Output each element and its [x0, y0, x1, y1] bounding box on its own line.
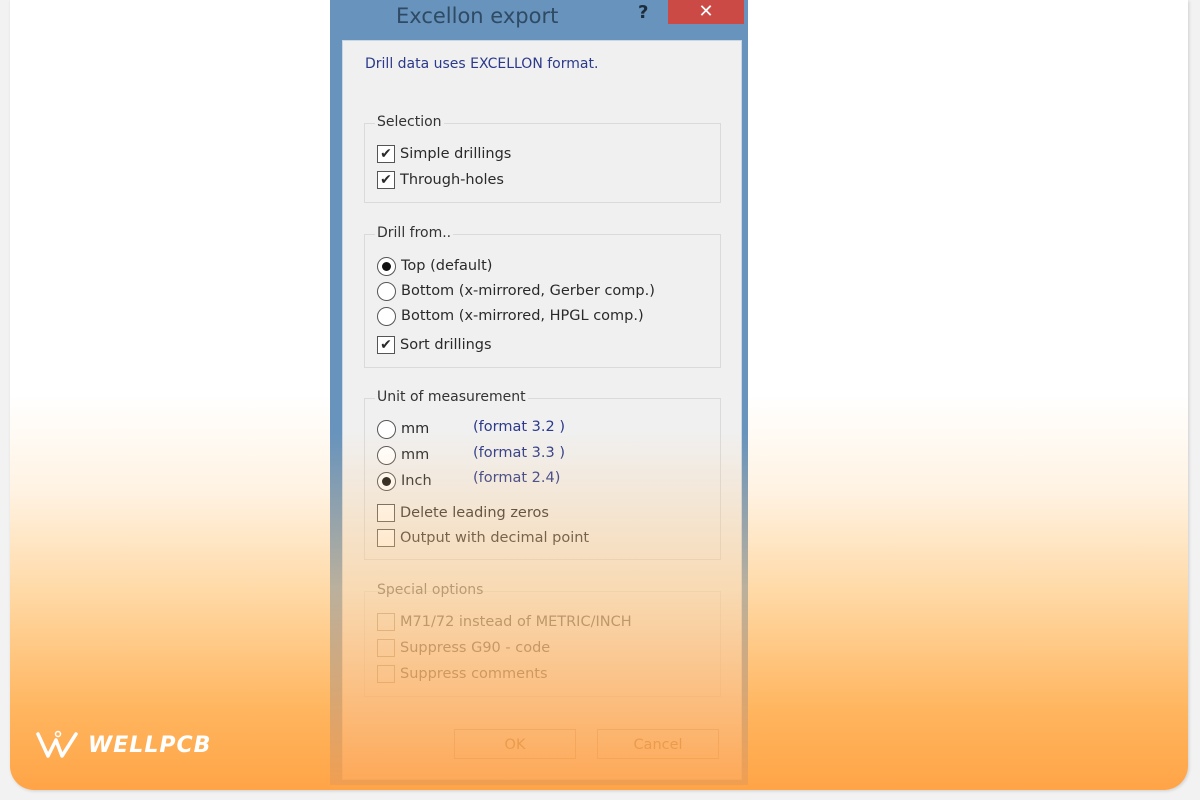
checkbox-unchecked-icon — [377, 613, 395, 631]
dialog-title: Excellon export — [396, 4, 559, 28]
drill-top-label: Top (default) — [401, 258, 493, 274]
checkbox-checked-icon: ✔ — [377, 145, 395, 163]
suppress-comments-label: Suppress comments — [400, 666, 548, 682]
format-2-4-text: (format 2.4) — [473, 470, 561, 486]
drill-bottom-hpgl-radio[interactable]: Bottom (x-mirrored, HPGL comp.) — [377, 306, 644, 326]
output-decimal-point-checkbox[interactable]: Output with decimal point — [377, 528, 589, 548]
drill-bottom-gerber-radio[interactable]: Bottom (x-mirrored, Gerber comp.) — [377, 281, 655, 301]
special-options-legend: Special options — [377, 582, 484, 598]
drill-bottom-gerber-label: Bottom (x-mirrored, Gerber comp.) — [401, 283, 655, 299]
help-button[interactable]: ? — [638, 2, 648, 23]
through-holes-label: Through-holes — [400, 172, 504, 188]
format-3-2-text: (format 3.2 ) — [473, 419, 565, 435]
radio-unselected-icon — [377, 306, 396, 326]
output-decimal-point-label: Output with decimal point — [400, 530, 590, 546]
unit-mm-33-radio[interactable]: mm — [377, 445, 429, 465]
checkbox-unchecked-icon — [377, 639, 395, 657]
dialog-body: Drill data uses EXCELLON format. Selecti… — [342, 40, 742, 780]
checkbox-unchecked-icon — [377, 504, 395, 522]
checkbox-checked-icon: ✔ — [377, 171, 395, 189]
delete-leading-zeros-checkbox[interactable]: Delete leading zeros — [377, 503, 549, 523]
sort-drillings-label: Sort drillings — [400, 337, 492, 353]
simple-drillings-checkbox[interactable]: ✔ Simple drillings — [377, 144, 511, 164]
unit-mm-32-label: mm — [401, 421, 430, 437]
radio-unselected-icon — [377, 281, 396, 301]
special-options-group: Special options M71/72 instead of METRIC… — [364, 582, 721, 697]
radio-unselected-icon — [377, 445, 396, 465]
drill-from-group: Drill from.. Top (default) Bottom (x-mir… — [364, 225, 721, 368]
unit-mm-32-radio[interactable]: mm — [377, 419, 429, 439]
close-icon: ✕ — [698, 1, 714, 22]
intro-text: Drill data uses EXCELLON format. — [365, 56, 599, 72]
simple-drillings-label: Simple drillings — [400, 146, 512, 162]
format-3-3-text: (format 3.3 ) — [473, 445, 565, 461]
through-holes-checkbox[interactable]: ✔ Through-holes — [377, 170, 504, 190]
title-bar: Excellon export ? ✕ — [330, 0, 748, 38]
suppress-g90-label: Suppress G90 - code — [400, 640, 551, 656]
cancel-button[interactable]: Cancel — [597, 729, 719, 759]
unit-inch-label: Inch — [401, 473, 432, 489]
selection-group: Selection ✔ Simple drillings ✔ Through-h… — [364, 114, 721, 203]
unit-inch-radio[interactable]: Inch — [377, 471, 432, 491]
ok-button[interactable]: OK — [454, 729, 576, 759]
drill-from-legend: Drill from.. — [375, 225, 454, 241]
checkbox-unchecked-icon — [377, 529, 395, 547]
suppress-g90-checkbox[interactable]: Suppress G90 - code — [377, 638, 550, 658]
radio-selected-icon — [377, 256, 396, 276]
m71-72-label: M71/72 instead of METRIC/INCH — [400, 614, 632, 630]
m71-72-checkbox[interactable]: M71/72 instead of METRIC/INCH — [377, 612, 632, 632]
watermark-logo: WELLPCB — [36, 730, 211, 760]
radio-unselected-icon — [377, 419, 396, 439]
wellpcb-logo-icon — [36, 730, 78, 758]
selection-legend: Selection — [375, 114, 444, 130]
radio-selected-icon — [377, 471, 396, 491]
close-button[interactable]: ✕ — [668, 0, 744, 24]
unit-group: Unit of measurement mm (format 3.2 ) mm … — [364, 389, 721, 560]
unit-mm-33-label: mm — [401, 447, 430, 463]
checkbox-unchecked-icon — [377, 665, 395, 683]
excellon-export-dialog: Excellon export ? ✕ Drill data uses EXCE… — [330, 0, 748, 785]
delete-leading-zeros-label: Delete leading zeros — [400, 505, 549, 521]
unit-legend: Unit of measurement — [375, 389, 528, 405]
drill-top-radio[interactable]: Top (default) — [377, 256, 492, 276]
suppress-comments-checkbox[interactable]: Suppress comments — [377, 664, 548, 684]
checkbox-checked-icon: ✔ — [377, 336, 395, 354]
sort-drillings-checkbox[interactable]: ✔ Sort drillings — [377, 335, 492, 355]
drill-bottom-hpgl-label: Bottom (x-mirrored, HPGL comp.) — [401, 308, 644, 324]
watermark-text: WELLPCB — [88, 732, 212, 758]
